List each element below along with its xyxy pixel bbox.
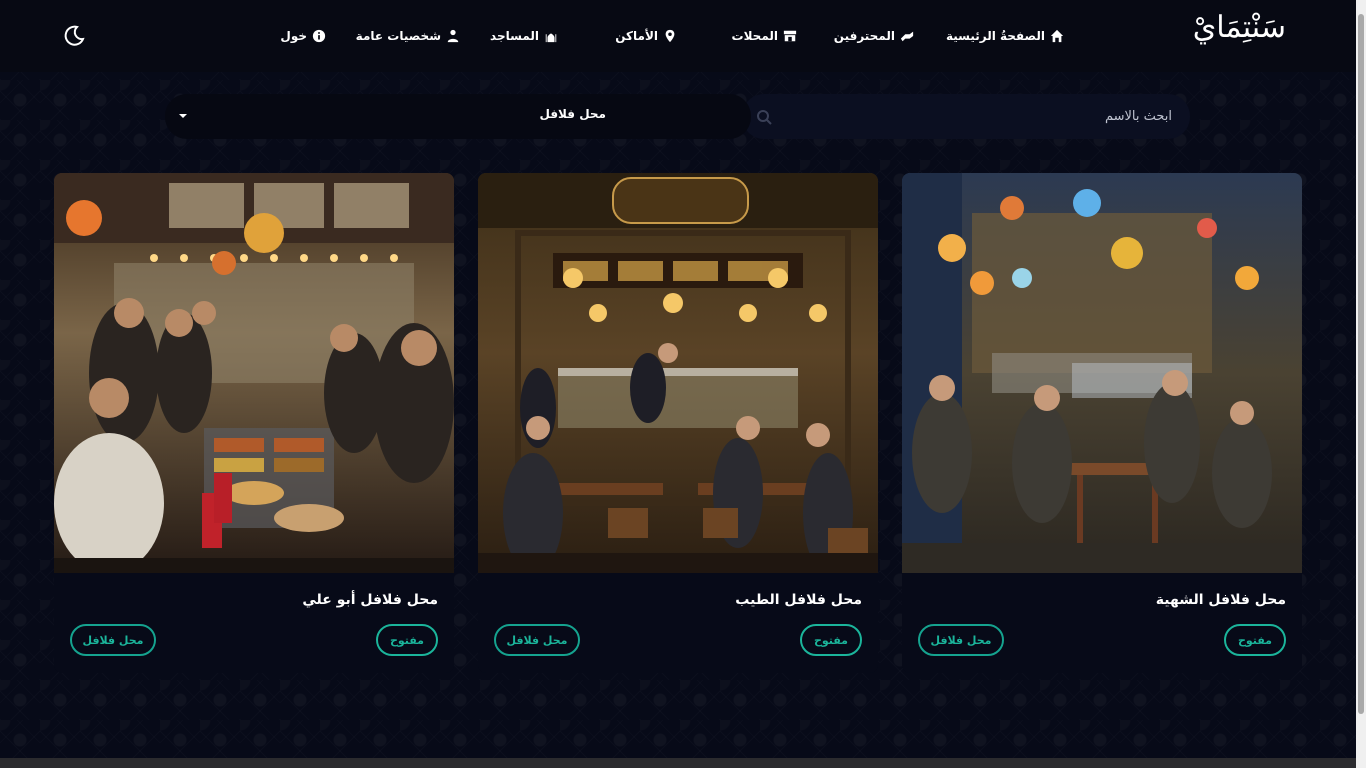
nav-pros-label: المحترفين	[833, 29, 895, 43]
horizontal-scrollbar[interactable]	[0, 758, 1356, 768]
nav-item-home[interactable]: الصفحةُ الرئيسية	[946, 29, 1064, 43]
chevron-down-icon	[179, 114, 187, 118]
vertical-scrollbar[interactable]	[1356, 0, 1366, 768]
map-pin-icon	[663, 29, 677, 43]
category-badge[interactable]: محل فلافل	[494, 624, 580, 656]
category-badge[interactable]: محل فلافل	[70, 624, 156, 656]
info-icon	[312, 29, 326, 43]
nav-item-public-figures[interactable]: شخصيات عامة	[356, 29, 460, 43]
shop-card[interactable]: محل فلافل أبو علي مفتوح محل فلافل	[54, 173, 454, 673]
search-box	[742, 94, 1190, 139]
shop-card-image[interactable]	[902, 173, 1302, 573]
category-badge[interactable]: محل فلافل	[918, 624, 1004, 656]
status-badge[interactable]: مفتوح	[799, 624, 862, 656]
search-input[interactable]	[792, 104, 1172, 128]
users-icon	[446, 29, 460, 43]
nav-shops-label: المحلات	[731, 29, 778, 43]
nav-home-label: الصفحةُ الرئيسية	[945, 29, 1045, 43]
shop-card[interactable]: محل فلافل الطيب مفتوح محل فلافل	[478, 173, 878, 673]
shop-card-title[interactable]: محل فلافل الشهية	[1156, 592, 1286, 608]
hand-icon	[900, 29, 914, 43]
nav-item-pros[interactable]: المحترفين	[834, 29, 914, 43]
nav-login-label: خول	[280, 29, 307, 43]
shop-card-title[interactable]: محل فلافل أبو علي	[302, 592, 438, 608]
shop-card[interactable]: محل فلافل الشهية مفتوح محل فلافل	[902, 173, 1302, 673]
status-badge[interactable]: مفتوح	[1223, 624, 1286, 656]
nav-item-mosques[interactable]: المساجد	[490, 29, 558, 43]
nav-item-places[interactable]: الأماكن	[615, 29, 677, 43]
nav-mosques-label: المساجد	[490, 29, 539, 43]
scrollbar-thumb[interactable]	[1358, 14, 1364, 714]
shop-card-image[interactable]	[478, 173, 878, 573]
nav-public-figures-label: شخصيات عامة	[355, 29, 441, 43]
nav-places-label: الأماكن	[615, 29, 658, 43]
search-icon[interactable]	[756, 109, 772, 125]
shop-card-title[interactable]: محل فلافل الطيب	[735, 592, 862, 608]
moon-icon	[62, 25, 86, 52]
store-icon	[783, 29, 797, 43]
home-icon	[1050, 29, 1064, 43]
top-navbar: سَنْتِمَايْ الصفحةُ الرئيسية المحترفين ا…	[0, 0, 1356, 72]
nav-item-shops[interactable]: المحلات	[732, 29, 797, 43]
status-badge[interactable]: مفتوح	[375, 624, 438, 656]
category-select-value: محل فلافل	[539, 107, 606, 121]
mosque-icon	[544, 29, 558, 43]
site-logo[interactable]: سَنْتِمَايْ	[1193, 10, 1286, 45]
theme-toggle-button[interactable]	[62, 24, 86, 48]
category-select[interactable]: محل فلافل	[165, 94, 751, 139]
shop-card-image[interactable]	[54, 173, 454, 573]
nav-item-login[interactable]: خول	[280, 29, 326, 43]
